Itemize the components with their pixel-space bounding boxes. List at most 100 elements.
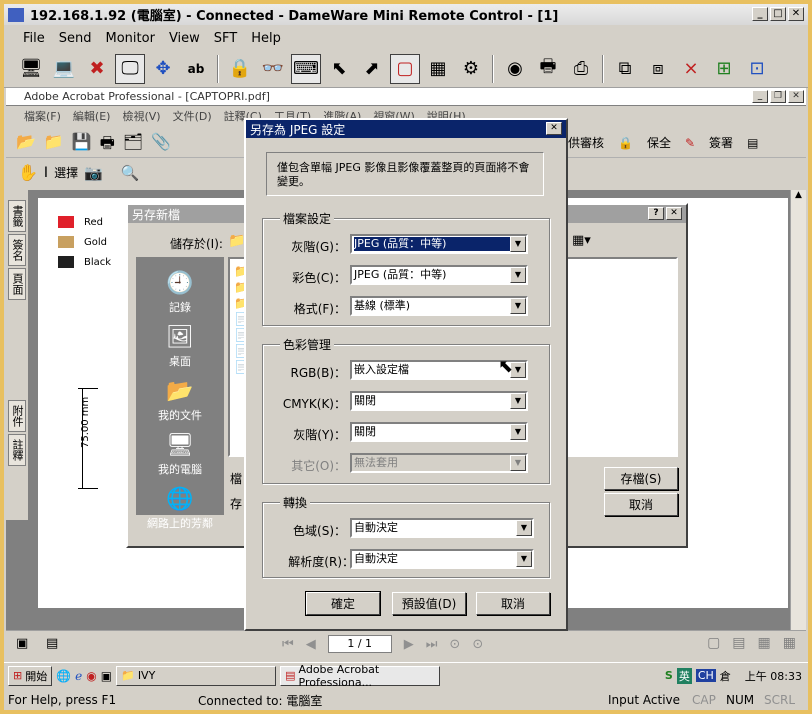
disconnect-icon[interactable]: ✖ bbox=[82, 54, 112, 84]
media-icon[interactable]: ◉ bbox=[86, 669, 96, 683]
open-web-icon[interactable]: 📁 bbox=[44, 132, 64, 159]
menu-monitor[interactable]: Monitor bbox=[101, 31, 160, 46]
tab-comments[interactable]: 註釋 bbox=[8, 434, 26, 466]
place-history[interactable]: 🕘 記錄 bbox=[136, 267, 224, 315]
tab-signatures[interactable]: 簽名 bbox=[8, 234, 26, 266]
zoom-icon[interactable]: 🔍 bbox=[121, 164, 140, 182]
menu-send[interactable]: Send bbox=[54, 31, 97, 46]
printer-icon[interactable]: 🖶 bbox=[533, 54, 563, 84]
open-icon[interactable]: 📂 bbox=[16, 132, 36, 159]
computer-icon[interactable]: 🖥 bbox=[16, 54, 46, 84]
jpeg-titlebar[interactable]: 另存為 JPEG 設定 ✕ bbox=[246, 120, 566, 138]
tab-attachments[interactable]: 附件 bbox=[8, 400, 26, 432]
disc-icon[interactable]: ◉ bbox=[500, 54, 530, 84]
network2-icon[interactable]: ⧈ bbox=[643, 54, 673, 84]
frame-icon[interactable]: ▢ bbox=[390, 53, 420, 84]
defaults-button[interactable]: 預設值(D) bbox=[392, 592, 466, 615]
menu-help[interactable]: Help bbox=[246, 31, 286, 46]
close-button[interactable]: ✕ bbox=[788, 7, 804, 21]
view-menu-icon[interactable]: ▦▾ bbox=[572, 233, 591, 248]
place-network[interactable]: 🌐 網路上的芳鄰 bbox=[136, 483, 224, 531]
menu-sft[interactable]: SFT bbox=[209, 31, 242, 46]
jpeg-close-button[interactable]: ✕ bbox=[546, 122, 562, 135]
organizer-icon[interactable]: 🗂 bbox=[123, 132, 143, 159]
last-page-icon[interactable]: ⏭ bbox=[426, 637, 438, 652]
next-view-icon[interactable]: ⊙ bbox=[472, 637, 483, 652]
secure-button[interactable]: 保全 bbox=[647, 134, 671, 151]
forms-icon[interactable]: ▤ bbox=[747, 136, 758, 150]
window-titlebar[interactable]: 192.168.1.92 (電腦室) - Connected - DameWar… bbox=[4, 4, 808, 25]
acrobat-close-button[interactable]: ✕ bbox=[788, 90, 804, 103]
monitor-icon[interactable]: 🖵 bbox=[115, 53, 145, 84]
network-x-icon[interactable]: ⨯ bbox=[676, 54, 706, 84]
save-icon[interactable]: 💾 bbox=[72, 132, 92, 159]
hand-icon[interactable]: ✋ bbox=[18, 163, 38, 182]
snapshot-icon[interactable]: 📷 bbox=[84, 164, 103, 182]
place-my-computer[interactable]: 🖥 我的電腦 bbox=[136, 429, 224, 477]
font-icon[interactable]: ab bbox=[181, 54, 211, 84]
move-icon[interactable]: ✥ bbox=[148, 54, 178, 84]
place-desktop[interactable]: 🖼 桌面 bbox=[136, 321, 224, 369]
attach-icon[interactable]: 📎 bbox=[151, 132, 171, 159]
taskbar-item-ivy[interactable]: 📁 IVY bbox=[116, 665, 277, 686]
network-add-icon[interactable]: ⊞ bbox=[709, 54, 739, 84]
lock-icon[interactable]: 🔒 bbox=[225, 54, 255, 84]
printer2-icon[interactable]: ⎙ bbox=[566, 54, 596, 84]
taskbar-item-acrobat[interactable]: ▤ Adobe Acrobat Professiona... bbox=[280, 663, 441, 689]
gamut-select[interactable]: 自動決定 ▼ bbox=[350, 518, 534, 538]
acrobat-menu-document[interactable]: 文件(D) bbox=[173, 108, 212, 124]
clock[interactable]: 上午 08:33 bbox=[745, 668, 802, 684]
computer-arrow-icon[interactable]: 💻 bbox=[49, 54, 79, 84]
tab-bookmarks[interactable]: 書籤 bbox=[8, 200, 26, 232]
save-button[interactable]: 存檔(S) bbox=[604, 467, 678, 490]
scroll-up-icon[interactable]: ▲ bbox=[791, 190, 806, 200]
vertical-scrollbar[interactable]: ▲ bbox=[790, 190, 806, 630]
glasses-icon[interactable]: 👓 bbox=[258, 54, 288, 84]
prev-page-icon[interactable]: ◀ bbox=[306, 637, 316, 652]
minimize-button[interactable]: _ bbox=[752, 7, 768, 21]
menu-file[interactable]: File bbox=[18, 31, 50, 46]
first-page-icon[interactable]: ⏮ bbox=[282, 637, 294, 652]
cmyk-select[interactable]: 關閉 ▼ bbox=[350, 391, 528, 411]
cursor-b-icon[interactable]: ⬈ bbox=[357, 54, 387, 84]
ie-icon[interactable]: ℯ bbox=[75, 669, 82, 683]
continuous-facing-icon[interactable]: ▦ bbox=[783, 635, 796, 651]
facing-icon[interactable]: ▦ bbox=[758, 635, 771, 651]
prev-view-icon[interactable]: ⊙ bbox=[449, 637, 460, 652]
network-share-icon[interactable]: ⊡ bbox=[742, 54, 772, 84]
desktop-icon[interactable]: ▣ bbox=[101, 669, 112, 683]
acrobat-menu-file[interactable]: 檔案(F) bbox=[24, 108, 61, 124]
sign-button[interactable]: 簽署 bbox=[709, 134, 733, 151]
tray-icon-ch[interactable]: CH bbox=[695, 669, 716, 682]
acrobat-menu-edit[interactable]: 編輯(E) bbox=[73, 108, 111, 124]
jpeg-settings-dialog[interactable]: 另存為 JPEG 設定 ✕ 僅包含單幅 JPEG 影像且影像覆蓋整頁的頁面將不會… bbox=[244, 118, 568, 631]
start-button[interactable]: ⊞ 開始 bbox=[8, 665, 53, 686]
single-page-icon[interactable]: ▢ bbox=[707, 635, 720, 651]
gray-compression-select[interactable]: JPEG (品質：中等) ▼ bbox=[350, 234, 528, 254]
place-my-documents[interactable]: 📂 我的文件 bbox=[136, 375, 224, 423]
acrobat-menu-view[interactable]: 檢視(V) bbox=[122, 108, 160, 124]
color-compression-select[interactable]: JPEG (品質：中等) ▼ bbox=[350, 265, 528, 285]
menu-view[interactable]: View bbox=[164, 31, 205, 46]
tray-icon-s[interactable]: S bbox=[665, 669, 673, 682]
page-thumb-icon[interactable]: ▣ bbox=[16, 636, 28, 651]
save-as-close-button[interactable]: ✕ bbox=[666, 207, 682, 220]
next-page-icon[interactable]: ▶ bbox=[404, 637, 414, 652]
page-indicator[interactable]: 1 / 1 bbox=[327, 635, 392, 653]
keyboard-icon[interactable]: ⌨ bbox=[291, 53, 321, 84]
format-select[interactable]: 基線 (標準) ▼ bbox=[350, 296, 528, 316]
review-button[interactable]: 供審核 bbox=[568, 134, 604, 151]
maximize-button[interactable]: □ bbox=[770, 7, 786, 21]
network-icon[interactable]: ⧉ bbox=[610, 54, 640, 84]
settings-icon[interactable]: ⚙ bbox=[456, 54, 486, 84]
print-icon[interactable]: 🖶 bbox=[100, 132, 115, 159]
gray-profile-select[interactable]: 關閉 ▼ bbox=[350, 422, 528, 442]
tray-icon-cang[interactable]: 倉 bbox=[720, 668, 731, 684]
quicklaunch-icon[interactable]: 🌐 bbox=[56, 669, 71, 683]
resolution-select[interactable]: 自動決定 ▼ bbox=[350, 549, 534, 569]
tray-icon-lang[interactable]: 英 bbox=[676, 667, 692, 684]
acrobat-titlebar[interactable]: Adobe Acrobat Professional - [CAPTOPRI.p… bbox=[6, 88, 806, 106]
acrobat-minimize-button[interactable]: _ bbox=[752, 90, 768, 103]
cursor-icon[interactable]: ⬉ bbox=[324, 54, 354, 84]
help-button[interactable]: ? bbox=[648, 207, 664, 220]
